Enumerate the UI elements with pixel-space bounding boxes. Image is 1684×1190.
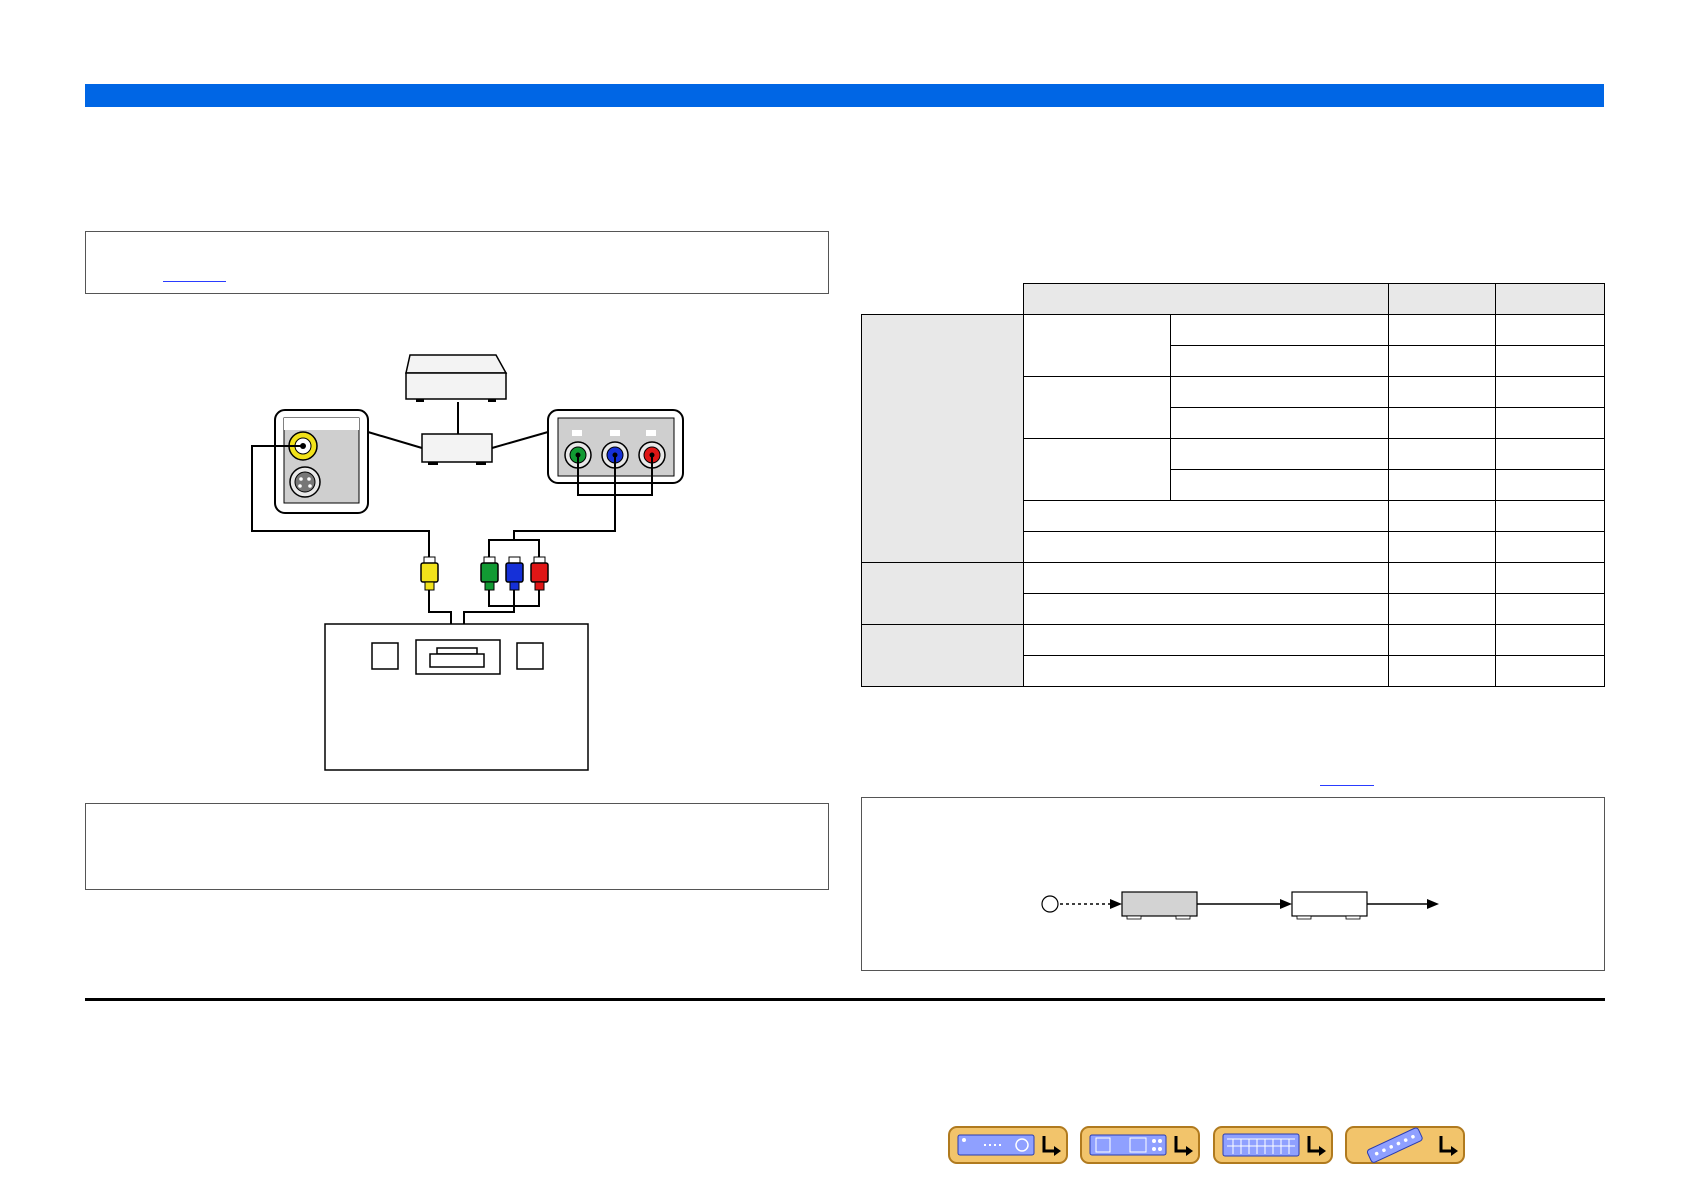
nav-button-front-panel[interactable] xyxy=(948,1126,1068,1164)
nav-button-display[interactable] xyxy=(1213,1126,1333,1164)
receiver-rear-panel-icon xyxy=(1089,1134,1167,1156)
nav-button-rear-panel[interactable] xyxy=(1080,1126,1200,1164)
receiver-front-panel-icon xyxy=(957,1134,1035,1156)
signal-flow-diagram xyxy=(1041,891,1439,920)
source-device-icon xyxy=(1121,891,1198,920)
nav-button-remote[interactable] xyxy=(1345,1126,1465,1164)
receiver-device-icon xyxy=(1291,891,1368,920)
footer-rule xyxy=(85,998,1605,1001)
receiver-display-icon xyxy=(1222,1133,1300,1157)
